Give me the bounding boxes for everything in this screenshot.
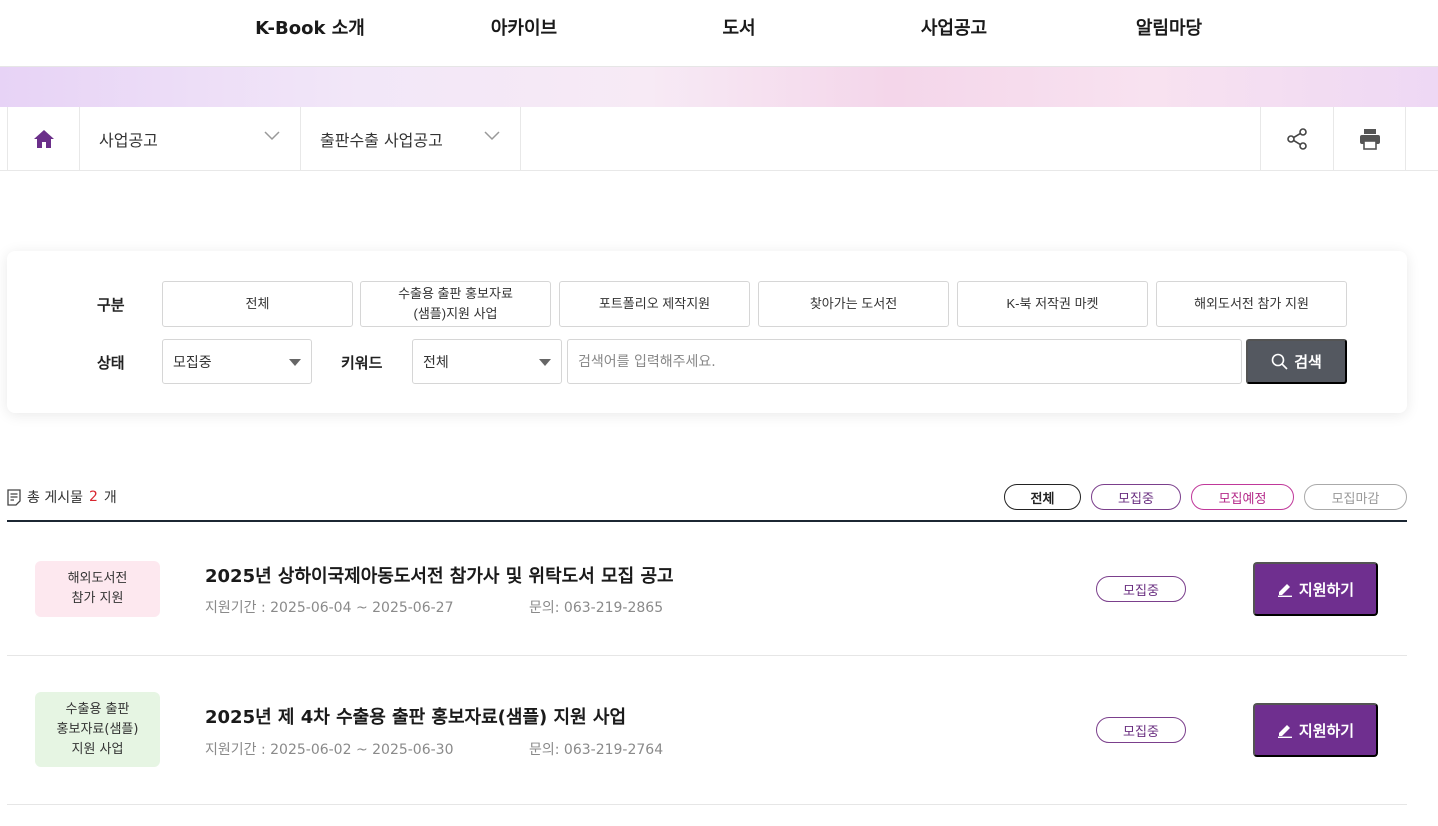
post-title[interactable]: 2025년 상하이국제아동도서전 참가사 및 위탁도서 모집 공고 (205, 562, 674, 588)
category-copyright-market-button[interactable]: K-북 저작권 마켓 (957, 281, 1148, 327)
post-period: 지원기간 : 2025-06-02 ~ 2025-06-30 (205, 742, 454, 758)
pencil-icon (1277, 725, 1292, 738)
breadcrumb: 사업공고 출판수출 사업공고 (0, 107, 1438, 171)
keyword-label: 키워드 (341, 354, 383, 372)
filter-closed-pill[interactable]: 모집마감 (1304, 484, 1407, 510)
status-select-value: 모집중 (173, 354, 212, 371)
dropdown-triangle-icon (289, 359, 301, 366)
search-button[interactable]: 검색 (1246, 339, 1347, 384)
home-button[interactable] (7, 107, 79, 170)
post-contact: 문의: 063-219-2764 (529, 742, 664, 758)
post-count: 총 게시물 2 개 (7, 487, 117, 507)
home-icon (33, 129, 54, 148)
category-tag: 해외도서전 참가 지원 (35, 561, 160, 617)
category-export-sample-button[interactable]: 수출용 출판 홍보자료 (샘플)지원 사업 (360, 281, 551, 327)
share-button[interactable] (1260, 107, 1333, 170)
search-icon (1271, 353, 1288, 370)
post-title[interactable]: 2025년 제 4차 수출용 출판 홍보자료(샘플) 지원 사업 (205, 703, 626, 729)
dropdown-triangle-icon (539, 359, 551, 366)
breadcrumb-level1-label: 사업공고 (99, 130, 158, 150)
chevron-down-icon (484, 131, 500, 141)
list-item: 수출용 출판 홍보자료(샘플) 지원 사업 2025년 제 4차 수출용 출판 … (7, 656, 1407, 805)
status-select[interactable]: 모집중 (162, 339, 312, 384)
category-tag: 수출용 출판 홍보자료(샘플) 지원 사업 (35, 692, 160, 767)
keyword-scope-value: 전체 (423, 354, 449, 371)
nav-kbook-intro[interactable]: K-Book 소개 (255, 14, 365, 40)
list-item: 해외도서전 참가 지원 2025년 상하이국제아동도서전 참가사 및 위탁도서 … (7, 522, 1407, 656)
count-suffix: 개 (103, 490, 117, 506)
filter-all-pill[interactable]: 전체 (1004, 484, 1081, 510)
count-number: 2 (88, 489, 98, 505)
apply-button[interactable]: 지원하기 (1253, 562, 1378, 616)
document-icon (7, 488, 21, 506)
post-contact: 문의: 063-219-2865 (529, 600, 664, 616)
category-all-button[interactable]: 전체 (162, 281, 353, 327)
pencil-icon (1277, 584, 1292, 597)
status-badge: 모집중 (1096, 717, 1186, 743)
post-period: 지원기간 : 2025-06-04 ~ 2025-06-27 (205, 600, 454, 616)
search-input[interactable] (567, 339, 1242, 384)
breadcrumb-dropdown-level1[interactable]: 사업공고 (79, 107, 300, 170)
share-icon (1287, 127, 1307, 150)
breadcrumb-level2-label: 출판수출 사업공고 (320, 130, 443, 150)
search-button-label: 검색 (1294, 354, 1322, 371)
breadcrumb-dropdown-level2[interactable]: 출판수출 사업공고 (300, 107, 521, 170)
category-visiting-bookfair-button[interactable]: 찾아가는 도서전 (758, 281, 949, 327)
status-badge: 모집중 (1096, 576, 1186, 602)
nav-business-notice[interactable]: 사업공고 (921, 14, 987, 40)
filter-upcoming-pill[interactable]: 모집예정 (1191, 484, 1294, 510)
apply-button-label: 지원하기 (1298, 722, 1355, 740)
filter-recruiting-pill[interactable]: 모집중 (1091, 484, 1181, 510)
nav-notice-board[interactable]: 알림마당 (1136, 14, 1202, 40)
status-label: 상태 (97, 354, 125, 372)
print-button[interactable] (1333, 107, 1406, 170)
keyword-scope-select[interactable]: 전체 (412, 339, 562, 384)
category-label: 구분 (97, 296, 125, 314)
nav-archive[interactable]: 아카이브 (491, 14, 557, 40)
chevron-down-icon (264, 131, 280, 141)
category-portfolio-button[interactable]: 포트폴리오 제작지원 (559, 281, 750, 327)
count-prefix: 총 게시물 (27, 490, 83, 506)
category-overseas-bookfair-button[interactable]: 해외도서전 참가 지원 (1156, 281, 1347, 327)
printer-icon (1359, 128, 1380, 150)
nav-books[interactable]: 도서 (722, 14, 755, 40)
top-navigation: K-Book 소개 아카이브 도서 사업공고 알림마당 (0, 0, 1438, 67)
apply-button-label: 지원하기 (1298, 581, 1355, 599)
gradient-banner (0, 67, 1438, 107)
apply-button[interactable]: 지원하기 (1253, 703, 1378, 757)
search-panel: 구분 전체 수출용 출판 홍보자료 (샘플)지원 사업 포트폴리오 제작지원 찾… (7, 251, 1407, 413)
